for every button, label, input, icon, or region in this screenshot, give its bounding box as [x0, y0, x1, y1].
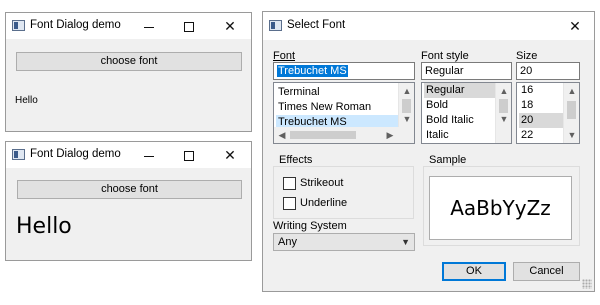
- list-item-selected[interactable]: Regular: [424, 83, 495, 98]
- choose-font-button[interactable]: choose font: [16, 52, 242, 71]
- writing-system-value: Any: [278, 236, 297, 248]
- app-icon: [269, 20, 282, 31]
- cancel-button[interactable]: Cancel: [513, 262, 580, 281]
- dialog-title-bar[interactable]: Select Font ✕: [263, 12, 594, 40]
- font-list-hscrollbar[interactable]: ◀ ▶: [274, 127, 414, 143]
- list-item-selected[interactable]: 20: [519, 113, 563, 128]
- list-item[interactable]: Italic: [424, 128, 495, 143]
- select-font-dialog: Select Font ✕ Font Trebuchet MS Terminal…: [262, 11, 595, 292]
- list-item[interactable]: 18: [519, 98, 563, 113]
- font-list-vscrollbar[interactable]: ▲ ▼: [398, 83, 414, 127]
- close-icon: ✕: [224, 147, 236, 163]
- font-style-list[interactable]: Regular Bold Bold Italic Italic ▲ ▼: [421, 82, 512, 144]
- font-name-value: Trebuchet MS: [277, 65, 348, 77]
- font-name-input[interactable]: Trebuchet MS: [273, 62, 415, 80]
- sample-preview: AaBbYyZz: [429, 176, 572, 240]
- scroll-down-icon[interactable]: ▼: [399, 111, 414, 127]
- minimize-icon: [144, 155, 154, 157]
- dialog-close-button[interactable]: ✕: [556, 12, 594, 40]
- scroll-down-icon[interactable]: ▼: [496, 111, 511, 127]
- size-list[interactable]: 16 18 20 22 ▲ ▼: [516, 82, 580, 144]
- underline-checkbox[interactable]: [283, 197, 296, 210]
- chevron-down-icon: ▼: [401, 237, 410, 247]
- strikeout-checkbox[interactable]: [283, 177, 296, 190]
- scroll-left-icon[interactable]: ◀: [274, 127, 290, 143]
- minimize-button[interactable]: [130, 13, 168, 39]
- list-item[interactable]: Bold: [424, 98, 495, 113]
- scroll-right-icon[interactable]: ▶: [382, 127, 398, 143]
- font-list[interactable]: Terminal Times New Roman Trebuchet MS ▲ …: [273, 82, 415, 144]
- writing-system-select[interactable]: Any ▼: [273, 233, 415, 251]
- close-icon: ✕: [569, 18, 581, 34]
- writing-system-label: Writing System: [273, 220, 347, 232]
- title-bar[interactable]: Font Dialog demo ✕: [6, 142, 251, 168]
- minimize-button[interactable]: [130, 142, 168, 168]
- scroll-thumb[interactable]: [290, 131, 356, 139]
- maximize-button[interactable]: [170, 142, 208, 168]
- maximize-icon: [184, 151, 194, 162]
- font-style-input[interactable]: Regular: [421, 62, 512, 80]
- strikeout-label[interactable]: Strikeout: [300, 177, 343, 189]
- style-list-vscrollbar[interactable]: ▲ ▼: [495, 83, 511, 143]
- minimize-icon: [144, 26, 154, 28]
- window-title: Font Dialog demo: [30, 19, 121, 31]
- size-input[interactable]: 20: [516, 62, 580, 80]
- app-icon: [12, 20, 25, 31]
- effects-group: [273, 166, 414, 219]
- demo-window-1: Font Dialog demo ✕ choose font Hello: [5, 12, 252, 132]
- list-item[interactable]: Terminal: [276, 85, 398, 100]
- scroll-thumb[interactable]: [567, 101, 576, 119]
- title-bar[interactable]: Font Dialog demo ✕: [6, 13, 251, 39]
- scroll-down-icon[interactable]: ▼: [564, 127, 579, 143]
- output-label: Hello: [16, 214, 72, 239]
- scroll-up-icon[interactable]: ▲: [399, 83, 414, 99]
- choose-font-button[interactable]: choose font: [17, 180, 242, 199]
- close-button[interactable]: ✕: [211, 13, 249, 39]
- window-title: Font Dialog demo: [30, 148, 121, 160]
- size-label: Size: [516, 50, 538, 62]
- list-item[interactable]: Times New Roman: [276, 100, 398, 115]
- font-label: Font: [273, 50, 296, 62]
- list-item[interactable]: Bold Italic: [424, 113, 495, 128]
- maximize-button[interactable]: [170, 13, 208, 39]
- font-style-label: Font style: [421, 50, 469, 62]
- output-label: Hello: [15, 95, 38, 106]
- size-list-vscrollbar[interactable]: ▲ ▼: [563, 83, 579, 143]
- ok-button[interactable]: OK: [442, 262, 506, 281]
- sample-title: Sample: [426, 154, 470, 166]
- maximize-icon: [184, 22, 194, 33]
- demo-window-2: Font Dialog demo ✕ choose font Hello: [5, 141, 252, 261]
- list-item[interactable]: 22: [519, 128, 563, 143]
- app-icon: [12, 149, 25, 160]
- close-icon: ✕: [224, 18, 236, 34]
- dialog-title: Select Font: [287, 19, 346, 31]
- resize-grip[interactable]: [582, 279, 592, 289]
- underline-label[interactable]: Underline: [300, 197, 347, 209]
- effects-title: Effects: [276, 154, 316, 166]
- close-button[interactable]: ✕: [211, 142, 249, 168]
- scroll-up-icon[interactable]: ▲: [564, 83, 579, 99]
- scroll-up-icon[interactable]: ▲: [496, 83, 511, 99]
- list-item[interactable]: 16: [519, 83, 563, 98]
